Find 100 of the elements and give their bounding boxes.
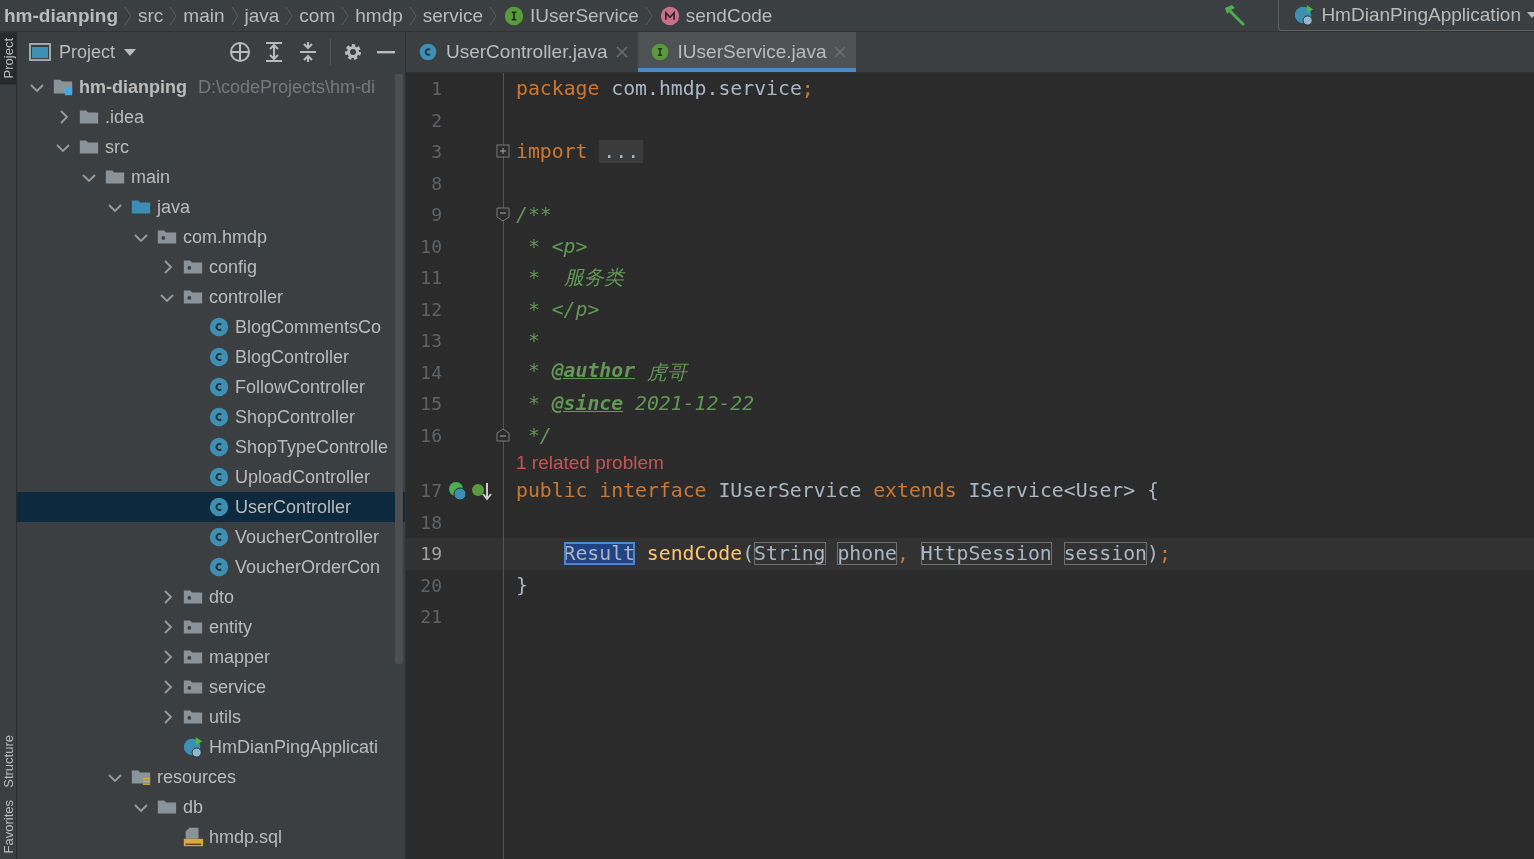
line-number: 20 [419, 574, 443, 596]
tool-window-button[interactable]: Structure [0, 728, 16, 794]
caret-icon [1527, 11, 1534, 19]
chevron-separator-icon [489, 4, 497, 27]
tree-item-label: mapper [209, 646, 271, 668]
run-configuration-dropdown[interactable]: HmDianPingApplication [1278, 0, 1534, 31]
code-token: @since [551, 392, 624, 416]
code-token: package [516, 77, 600, 101]
code-token: IService<User> { [968, 479, 1159, 503]
fold-end-icon[interactable] [496, 427, 510, 443]
fold-expand-icon[interactable] [496, 144, 510, 160]
breadcrumb[interactable]: IUserService [503, 4, 639, 27]
breadcrumb[interactable]: hmdp [355, 4, 403, 27]
interface-icon [649, 42, 670, 62]
breadcrumb[interactable]: sendCode [658, 4, 773, 27]
tree-item[interactable]: hmdp.sql [17, 822, 405, 852]
tree-item[interactable]: FollowController [17, 372, 405, 402]
breadcrumb[interactable]: main [183, 4, 225, 27]
close-icon[interactable] [615, 46, 628, 58]
tree-item[interactable]: UserController [17, 492, 405, 522]
code-token: ) [1147, 542, 1159, 566]
tree-item-label: ShopTypeControlle [235, 436, 389, 458]
line-number: 2 [430, 109, 443, 131]
code-token: String [754, 542, 826, 566]
line-number: 17 [419, 480, 443, 502]
code-token: sendCode [646, 542, 743, 566]
tree-item-label: FollowController [235, 376, 366, 398]
tree-item[interactable]: mapper [17, 642, 405, 672]
tree-item[interactable]: VoucherOrderCon [17, 552, 405, 582]
tree-item[interactable]: .idea [17, 102, 405, 132]
chevron-separator-icon [408, 4, 417, 27]
tree-item-label: entity [209, 616, 253, 638]
class-icon [208, 496, 230, 518]
breadcrumb[interactable]: java [244, 4, 280, 27]
tree-item[interactable]: UploadController [17, 462, 405, 492]
tree-item[interactable]: BlogCommentsCo [17, 312, 405, 342]
class-icon [208, 436, 230, 458]
locate-icon[interactable] [228, 40, 252, 64]
code-token: import [516, 140, 588, 164]
line-number: 1 [430, 78, 443, 100]
tree-item-label: config [209, 256, 258, 278]
line-number: 8 [430, 172, 443, 194]
code-token: * [527, 392, 540, 416]
line-number: 13 [419, 330, 443, 352]
tree-item-label: HmDianPingApplicati [209, 736, 379, 758]
tree-item[interactable]: config [17, 252, 405, 282]
editor-tab[interactable]: IUserService.java [637, 32, 857, 72]
sql-file-icon [182, 826, 204, 848]
tree-item-label: src [105, 136, 129, 158]
tree-item[interactable]: src [17, 132, 405, 162]
tree-item[interactable]: com.hmdp [17, 222, 405, 252]
tool-window-button[interactable]: Project [0, 32, 16, 85]
fold-collapse-icon[interactable] [496, 207, 510, 223]
tree-item[interactable]: java [17, 192, 405, 222]
tree-item[interactable]: main [17, 162, 405, 192]
tree-item-label: service [209, 676, 266, 698]
code-token: session [1063, 542, 1147, 566]
tree-item[interactable]: hm-dianping D:\codeProjects\hm-di [17, 72, 405, 102]
spring-app-icon [182, 736, 204, 758]
implemented-badge-icon[interactable] [447, 479, 469, 502]
tree-item[interactable]: BlogController [17, 342, 405, 372]
chevron-separator-icon [230, 4, 239, 27]
tree-item[interactable]: service [17, 672, 405, 702]
class-icon [208, 466, 230, 488]
line-number: 11 [419, 267, 443, 289]
tree-item[interactable]: entity [17, 612, 405, 642]
tree-item[interactable]: ShopController [17, 402, 405, 432]
breadcrumb[interactable]: src [138, 4, 164, 27]
code-token: /** [516, 203, 552, 227]
project-view-selector[interactable]: Project [29, 41, 138, 63]
tree-item[interactable]: VoucherController [17, 522, 405, 552]
editor-tab[interactable]: UserController.java [406, 32, 638, 72]
tree-item-label: db [183, 796, 204, 818]
chevron-separator-icon [341, 4, 350, 27]
code-token: * 服务类 [527, 265, 624, 292]
breadcrumb[interactable]: com [299, 4, 336, 27]
tree-item-label: com.hmdp [183, 226, 268, 248]
tree-item[interactable]: utils [17, 702, 405, 732]
breadcrumb[interactable]: hm-dianping [4, 4, 118, 27]
line-number: 18 [419, 511, 443, 533]
code-token: * [527, 358, 540, 384]
tree-item[interactable]: db [17, 792, 405, 822]
tree-item[interactable]: controller [17, 282, 405, 312]
tree-item-label: hmdp.sql [209, 826, 283, 848]
chevron-separator-icon [644, 4, 653, 27]
code-token: interface [599, 479, 707, 503]
class-icon [208, 346, 230, 368]
line-number: 16 [419, 424, 443, 446]
code-token: * <p> [527, 234, 588, 258]
problem-hint[interactable]: 1 related problem [504, 451, 664, 475]
tree-item[interactable]: HmDianPingApplicati [17, 732, 405, 762]
breadcrumb[interactable]: service [422, 4, 483, 27]
code-token: * [527, 329, 540, 353]
tree-item[interactable]: ShopTypeControlle [17, 432, 405, 462]
tree-item[interactable]: dto [17, 582, 405, 612]
tree-item-label: VoucherOrderCon [235, 556, 381, 578]
scrollbar[interactable] [395, 74, 403, 664]
tool-window-button[interactable]: Favorites [0, 793, 16, 859]
line-number: 10 [419, 235, 443, 257]
tree-item[interactable]: resources [17, 762, 405, 792]
